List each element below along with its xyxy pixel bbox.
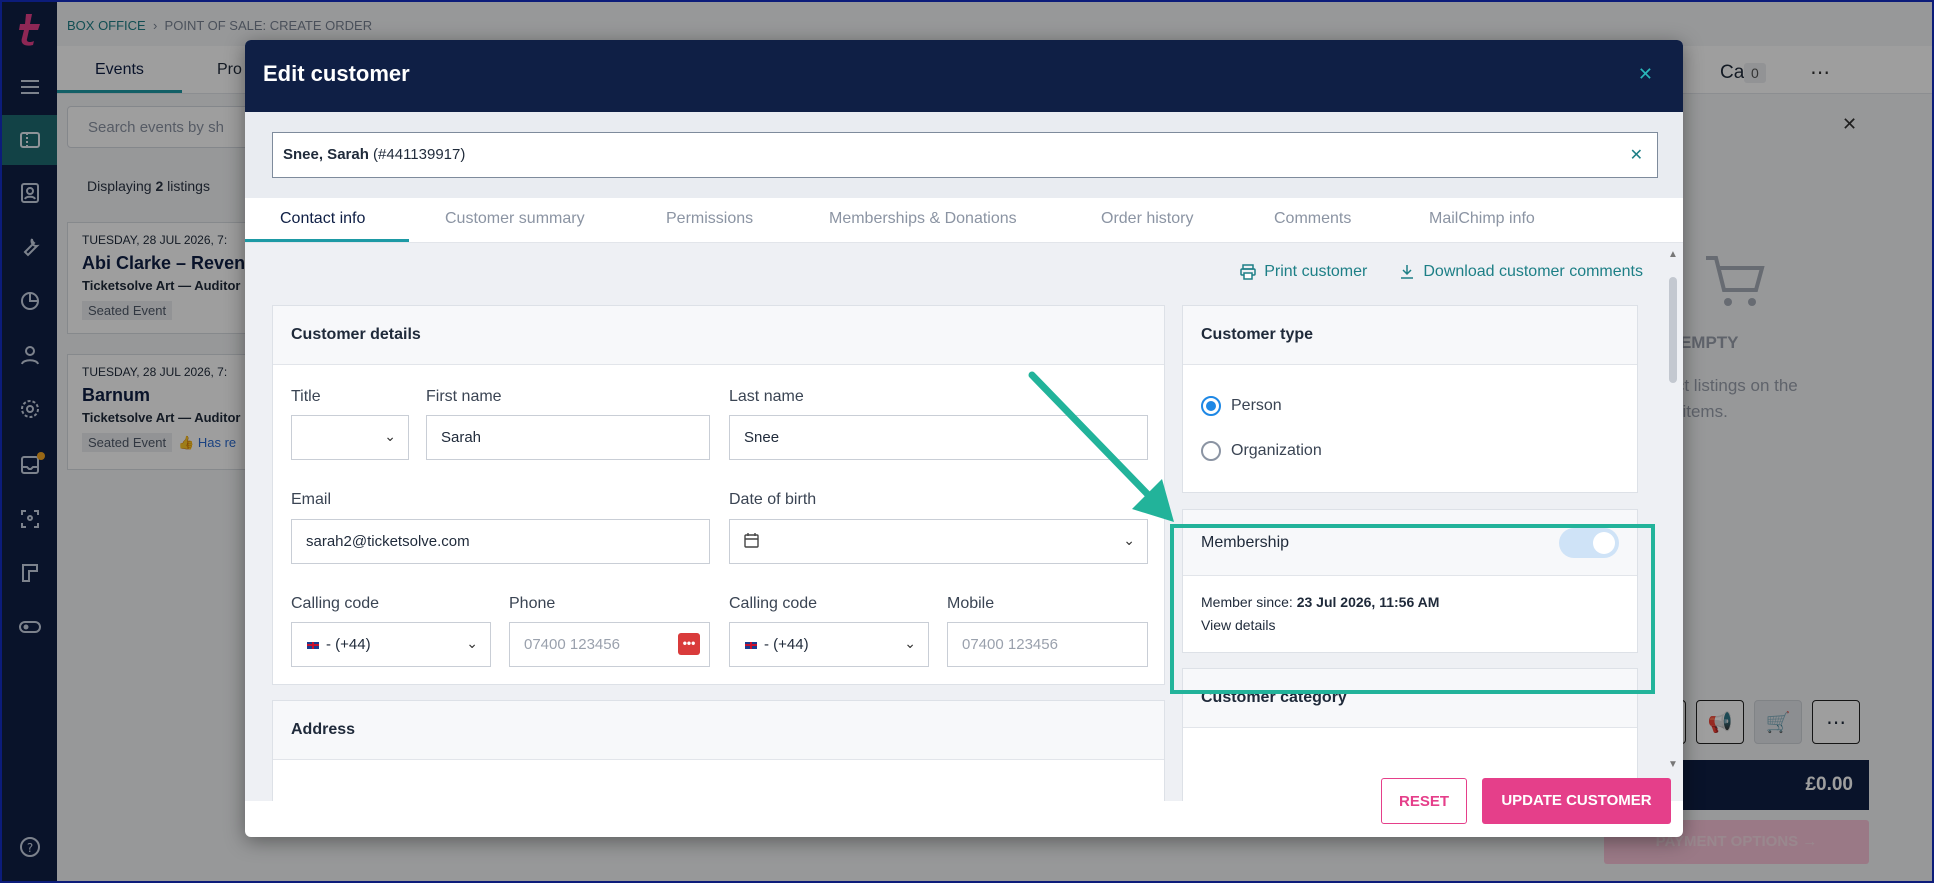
customer-type-header: Customer type <box>1183 306 1637 365</box>
customer-type-panel: Customer type Person Organization <box>1182 305 1638 493</box>
modal-close-icon[interactable]: ✕ <box>1638 64 1653 85</box>
modal-header: Edit customer ✕ <box>245 40 1683 112</box>
email-input[interactable]: sarah2@ticketsolve.com <box>291 519 710 564</box>
edit-customer-modal: Edit customer ✕ Snee, Sarah (#441139917)… <box>245 40 1683 837</box>
calling-code-select[interactable]: - (+44) ⌄ <box>291 622 491 667</box>
tab-customer-summary[interactable]: Customer summary <box>445 210 585 228</box>
organization-radio[interactable] <box>1201 441 1221 461</box>
uk-flag-icon <box>306 640 320 650</box>
chevron-down-icon: ⌄ <box>384 428 396 444</box>
customer-select-bar: Snee, Sarah (#441139917) ✕ <box>245 112 1683 198</box>
chevron-down-icon: ⌄ <box>904 635 916 651</box>
modal-title: Edit customer <box>263 61 410 86</box>
printer-icon <box>1240 264 1256 280</box>
mobile-calling-code-select[interactable]: - (+44) ⌄ <box>729 622 929 667</box>
tab-comments[interactable]: Comments <box>1274 210 1351 228</box>
download-comments-link[interactable]: Download customer comments <box>1399 263 1643 281</box>
mobile-input[interactable]: 07400 123456 <box>947 622 1148 667</box>
person-radio[interactable] <box>1201 396 1221 416</box>
tab-memberships-donations[interactable]: Memberships & Donations <box>829 210 1017 228</box>
calendar-icon <box>744 533 759 548</box>
password-manager-icon[interactable]: ••• <box>678 633 700 655</box>
download-icon <box>1401 265 1414 279</box>
scroll-down-icon[interactable]: ▼ <box>1668 759 1678 770</box>
modal-tabs: Contact info Customer summary Permission… <box>245 198 1683 243</box>
annotation-arrow-icon <box>1028 371 1174 522</box>
scrollbar-thumb[interactable] <box>1669 277 1677 383</box>
modal-scrollbar[interactable]: ▲ ▼ <box>1668 249 1678 793</box>
clear-customer-icon[interactable]: ✕ <box>1630 145 1643 165</box>
tab-order-history[interactable]: Order history <box>1101 210 1193 228</box>
uk-flag-icon <box>744 640 758 650</box>
tab-permissions[interactable]: Permissions <box>666 210 753 228</box>
print-customer-link[interactable]: Print customer <box>1240 263 1367 281</box>
app-frame: ? BOX OFFICE › POINT OF SALE: CREATE ORD… <box>0 0 1934 883</box>
tab-contact-info[interactable]: Contact info <box>280 210 365 228</box>
address-header: Address <box>273 701 1164 760</box>
scroll-up-icon[interactable]: ▲ <box>1668 249 1678 260</box>
chevron-down-icon: ⌄ <box>466 635 478 651</box>
first-name-input[interactable]: Sarah <box>426 415 710 460</box>
chevron-down-icon: ⌄ <box>1123 532 1135 548</box>
modal-body: Print customer Download customer comment… <box>245 243 1683 801</box>
address-panel: Address <box>272 700 1165 801</box>
reset-button[interactable]: RESET <box>1381 778 1467 824</box>
active-tab-underline <box>245 239 409 242</box>
tab-mailchimp-info[interactable]: MailChimp info <box>1429 210 1535 228</box>
membership-highlight-box <box>1170 524 1655 694</box>
customer-details-header: Customer details <box>273 306 1164 365</box>
customer-actions: Print customer Download customer comment… <box>1240 263 1643 281</box>
customer-select[interactable]: Snee, Sarah (#441139917) ✕ <box>272 132 1658 178</box>
update-customer-button[interactable]: UPDATE CUSTOMER <box>1482 778 1671 824</box>
title-select[interactable]: ⌄ <box>291 415 409 460</box>
